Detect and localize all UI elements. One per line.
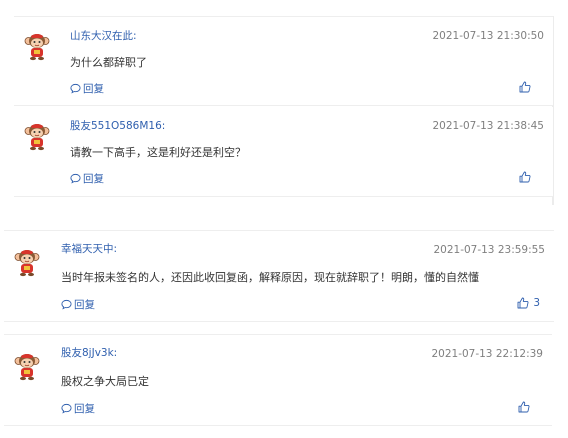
speech-bubble-icon bbox=[70, 83, 81, 94]
speech-bubble-icon bbox=[61, 403, 72, 414]
reply-label: 回复 bbox=[83, 83, 104, 95]
reply-button[interactable]: 回复 bbox=[70, 81, 104, 96]
username-link[interactable]: 幸福天天中: bbox=[61, 241, 117, 256]
thumbs-up-icon bbox=[519, 81, 531, 93]
comment-item: 山东大汉在此: 2021-07-13 21:30:50 为什么都辞职了 回复 bbox=[14, 16, 553, 106]
thumbs-up-icon bbox=[517, 297, 529, 309]
like-count: 3 bbox=[533, 297, 540, 309]
reply-button[interactable]: 回复 bbox=[70, 171, 104, 186]
like-button[interactable]: 3 bbox=[517, 297, 540, 309]
comment-text: 股权之争大局已定 bbox=[61, 375, 149, 388]
comment-text: 请教一下高手，这是利好还是利空？ bbox=[70, 146, 246, 159]
comment-item: 股友551O586M16: 2021-07-13 21:38:45 请教一下高手… bbox=[14, 107, 553, 197]
reply-button[interactable]: 回复 bbox=[61, 297, 95, 312]
comment-item: 股友8jJv3k: 2021-07-13 22:12:39 股权之争大局已定 回… bbox=[4, 334, 552, 426]
username-link[interactable]: 股友8jJv3k: bbox=[61, 345, 117, 360]
like-button[interactable] bbox=[518, 401, 534, 413]
monkey-avatar-icon[interactable] bbox=[22, 121, 52, 151]
reply-label: 回复 bbox=[83, 173, 104, 185]
reply-label: 回复 bbox=[74, 403, 95, 415]
thumbs-up-icon bbox=[518, 401, 530, 413]
thumbs-up-icon bbox=[519, 171, 531, 183]
comment-text: 当时年报未签名的人，还因此收回复函，解释原因，现在就辞职了！明朗，懂的自然懂 bbox=[61, 271, 479, 284]
like-button[interactable] bbox=[519, 171, 535, 183]
speech-bubble-icon bbox=[70, 173, 81, 184]
monkey-avatar-icon[interactable] bbox=[12, 247, 42, 277]
comment-text: 为什么都辞职了 bbox=[70, 56, 147, 69]
comment-time: 2021-07-13 22:12:39 bbox=[431, 348, 543, 360]
like-button[interactable] bbox=[519, 81, 535, 93]
monkey-avatar-icon[interactable] bbox=[22, 31, 52, 61]
comment-time: 2021-07-13 23:59:55 bbox=[433, 244, 545, 256]
comment-item: 幸福天天中: 2021-07-13 23:59:55 当时年报未签名的人，还因此… bbox=[4, 230, 554, 322]
speech-bubble-icon bbox=[61, 299, 72, 310]
username-link[interactable]: 股友551O586M16: bbox=[70, 118, 165, 133]
reply-label: 回复 bbox=[74, 299, 95, 311]
username-link[interactable]: 山东大汉在此: bbox=[70, 28, 137, 43]
reply-button[interactable]: 回复 bbox=[61, 401, 95, 416]
monkey-avatar-icon[interactable] bbox=[12, 351, 42, 381]
comment-time: 2021-07-13 21:38:45 bbox=[432, 120, 544, 132]
comment-time: 2021-07-13 21:30:50 bbox=[432, 30, 544, 42]
